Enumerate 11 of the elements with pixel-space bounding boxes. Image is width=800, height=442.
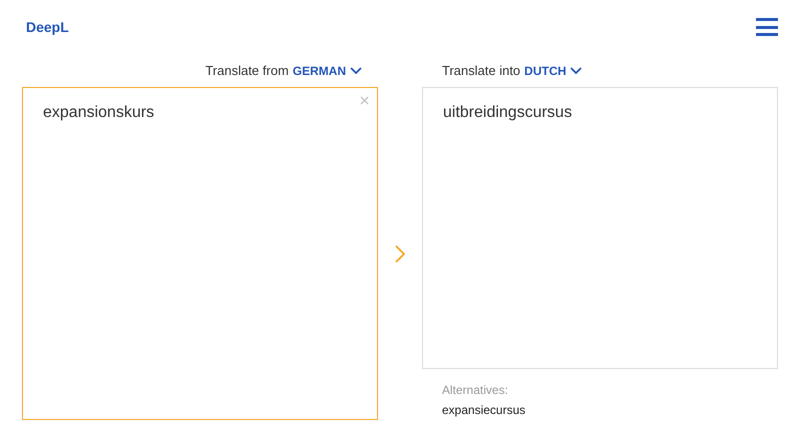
chevron-right-icon <box>395 244 405 262</box>
chevron-down-icon <box>350 66 362 74</box>
alternative-translation[interactable]: expansiecursus <box>442 403 758 417</box>
logo: DeepL <box>25 19 69 35</box>
translated-text: uitbreidingscursus <box>443 104 572 121</box>
alternatives-label: Alternatives: <box>442 383 510 397</box>
chevron-down-icon <box>570 66 582 74</box>
source-text-field[interactable]: expansionskurs <box>22 87 378 420</box>
menu-icon[interactable] <box>756 18 778 36</box>
target-language-selector[interactable]: Translate into DUTCH <box>422 63 582 78</box>
source-language-selector[interactable]: Translate from GERMAN <box>205 63 378 78</box>
